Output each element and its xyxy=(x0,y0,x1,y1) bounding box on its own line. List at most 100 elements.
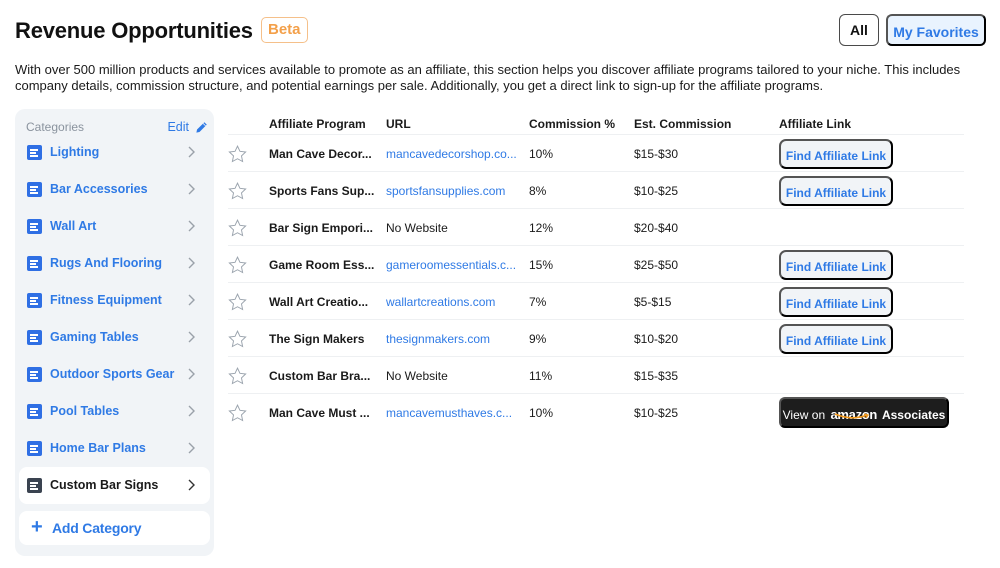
favorite-star-icon[interactable] xyxy=(228,330,247,348)
sidebar-item-label: Bar Accessories xyxy=(50,182,148,196)
table-row: The Sign Makers thesignmakers.com 9% $10-$2… xyxy=(228,320,964,357)
no-website-text: No Website xyxy=(386,369,448,383)
chevron-right-icon xyxy=(188,479,195,491)
program-name: Game Room Ess... xyxy=(269,258,375,272)
chevron-right-icon xyxy=(188,331,195,343)
commission-percent: 11% xyxy=(529,369,553,383)
table-row: Wall Art Creatio... wallartcreations.com 7… xyxy=(228,283,964,320)
est-commission: $10-$25 xyxy=(634,184,679,198)
program-url-link[interactable]: gameroomessentials.c... xyxy=(386,258,516,272)
program-url-link[interactable]: wallartcreations.com xyxy=(386,295,495,309)
program-name: Man Cave Must ... xyxy=(269,406,370,420)
add-category-label: Add Category xyxy=(52,520,142,536)
plus-icon: + xyxy=(31,516,43,538)
sidebar-item[interactable]: Wall Art xyxy=(19,208,210,245)
sidebar-item[interactable]: Bar Accessories xyxy=(19,171,210,208)
program-name: The Sign Makers xyxy=(269,332,365,346)
chevron-right-icon xyxy=(188,220,195,232)
document-icon xyxy=(27,256,42,271)
page-header: Revenue Opportunities Beta All My Favori… xyxy=(15,14,986,48)
favorite-star-icon[interactable] xyxy=(228,404,247,422)
program-url-link[interactable]: thesignmakers.com xyxy=(386,332,490,346)
find-affiliate-link-button[interactable]: Find Affiliate Link xyxy=(779,287,893,317)
program-url-link[interactable]: sportsfansupplies.com xyxy=(386,184,505,198)
favorite-star-icon[interactable] xyxy=(228,256,247,274)
sidebar-item-label: Rugs And Flooring xyxy=(50,256,163,270)
edit-categories-button[interactable]: Edit xyxy=(167,120,208,134)
table-row: Bar Sign Empori... No Website 12% $20-$40 xyxy=(228,209,964,246)
commission-percent: 9% xyxy=(529,332,547,346)
sidebar-item[interactable]: Outdoor Sports Gear xyxy=(19,356,210,393)
favorite-star-icon[interactable] xyxy=(228,367,247,385)
chevron-right-icon xyxy=(188,368,195,380)
sidebar-item[interactable]: Custom Bar Signs xyxy=(19,467,210,504)
commission-percent: 15% xyxy=(529,258,554,272)
column-header-commission: Commission % xyxy=(529,117,616,131)
categories-heading: Categories xyxy=(26,120,85,134)
sidebar-item[interactable]: Fitness Equipment xyxy=(19,282,210,319)
sidebar-item[interactable]: Home Bar Plans xyxy=(19,430,210,467)
document-icon xyxy=(27,441,42,456)
est-commission: $15-$30 xyxy=(634,147,679,161)
est-commission: $25-$50 xyxy=(634,258,679,272)
sidebar-item-label: Custom Bar Signs xyxy=(50,478,159,492)
chevron-right-icon xyxy=(188,294,195,306)
chevron-right-icon xyxy=(188,183,195,195)
commission-percent: 10% xyxy=(529,147,554,161)
table-row: Game Room Ess... gameroomessentials.c... 1… xyxy=(228,246,964,283)
sidebar-item-label: Home Bar Plans xyxy=(50,441,146,455)
program-url-link[interactable]: mancavemusthaves.c... xyxy=(386,406,512,420)
pencil-icon xyxy=(196,121,207,133)
favorite-star-icon[interactable] xyxy=(228,182,247,200)
est-commission: $10-$20 xyxy=(634,332,679,346)
document-icon xyxy=(27,330,42,345)
amazon-smile-icon xyxy=(835,413,870,419)
est-commission: $10-$25 xyxy=(634,406,679,420)
no-website-text: No Website xyxy=(386,221,448,235)
favorite-star-icon[interactable] xyxy=(228,145,247,163)
table-row: Man Cave Must ... mancavemusthaves.c... 10… xyxy=(228,394,964,431)
sidebar-item[interactable]: Pool Tables xyxy=(19,393,210,430)
commission-percent: 7% xyxy=(529,295,547,309)
favorite-star-icon[interactable] xyxy=(228,219,247,237)
amazon-button-prefix: View on xyxy=(782,408,826,422)
sidebar-item-label: Lighting xyxy=(50,145,100,159)
sidebar-item[interactable]: Rugs And Flooring xyxy=(19,245,210,282)
amazon-associates-button[interactable]: View on amazon Associates xyxy=(779,397,949,428)
sidebar-item[interactable]: Gaming Tables xyxy=(19,319,210,356)
program-name: Man Cave Decor... xyxy=(269,147,372,161)
commission-percent: 8% xyxy=(529,184,547,198)
document-icon xyxy=(27,478,42,493)
program-name: Sports Fans Sup... xyxy=(269,184,375,198)
amazon-button-suffix: Associates xyxy=(881,408,946,422)
program-url-link[interactable]: mancavedecorshop.co... xyxy=(386,147,517,161)
program-name: Custom Bar Bra... xyxy=(269,369,371,383)
column-header-url: URL xyxy=(386,117,411,131)
sidebar-item-label: Pool Tables xyxy=(50,404,120,418)
find-affiliate-link-button[interactable]: Find Affiliate Link xyxy=(779,324,893,354)
favorite-star-icon[interactable] xyxy=(228,293,247,311)
find-affiliate-link-button[interactable]: Find Affiliate Link xyxy=(779,250,893,280)
sidebar-item-label: Fitness Equipment xyxy=(50,293,162,307)
sidebar-item[interactable]: Lighting xyxy=(19,134,210,171)
page-title: Revenue Opportunities xyxy=(15,18,253,43)
find-affiliate-link-button[interactable]: Find Affiliate Link xyxy=(779,139,893,169)
document-icon xyxy=(27,219,42,234)
beta-badge: Beta xyxy=(261,17,308,43)
table-row: Sports Fans Sup... sportsfansupplies.com 8… xyxy=(228,172,964,209)
sidebar-item-label: Wall Art xyxy=(50,219,97,233)
chevron-right-icon xyxy=(188,405,195,417)
table-row: Man Cave Decor... mancavedecorshop.co... 1… xyxy=(228,135,964,172)
filter-all-button[interactable]: All xyxy=(839,14,879,46)
est-commission: $20-$40 xyxy=(634,221,679,235)
est-commission: $5-$15 xyxy=(634,295,672,309)
chevron-right-icon xyxy=(188,146,195,158)
document-icon xyxy=(27,367,42,382)
find-affiliate-link-button[interactable]: Find Affiliate Link xyxy=(779,176,893,206)
sidebar-item-label: Outdoor Sports Gear xyxy=(50,367,175,381)
filter-favorites-button[interactable]: My Favorites xyxy=(886,14,986,46)
document-icon xyxy=(27,145,42,160)
document-icon xyxy=(27,182,42,197)
column-header-affiliate-link: Affiliate Link xyxy=(779,117,852,131)
add-category-button[interactable]: + Add Category xyxy=(19,511,210,545)
